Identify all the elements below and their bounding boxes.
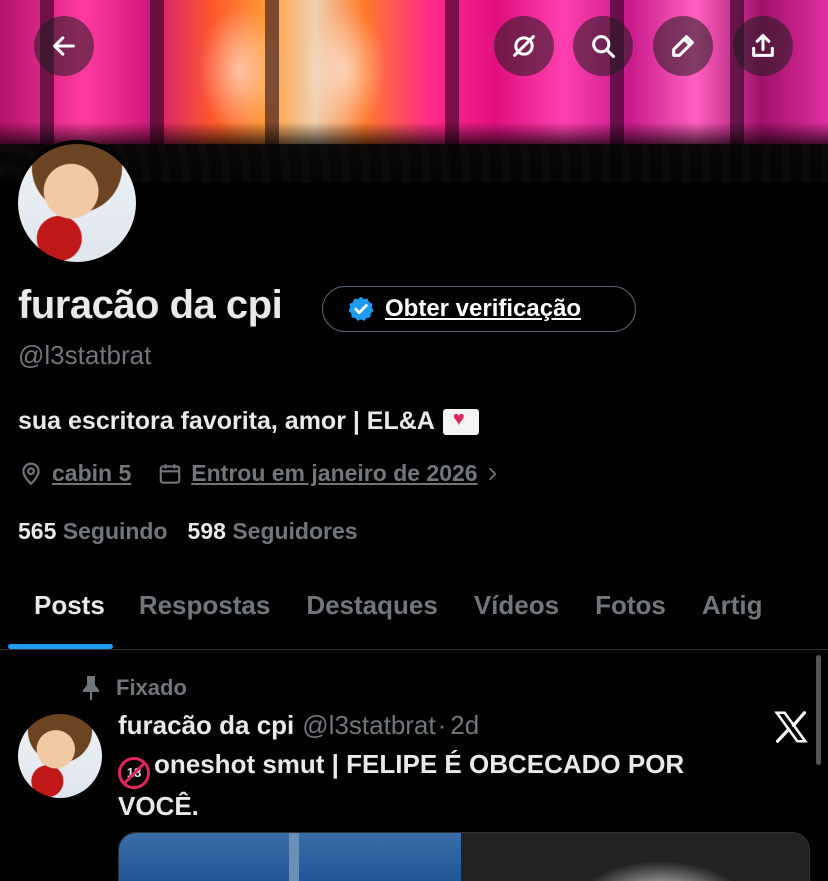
get-verified-button[interactable]: Obter verificação [322, 286, 636, 332]
grok-button[interactable] [494, 16, 554, 76]
arrow-left-icon [53, 36, 75, 56]
tab-videos[interactable]: Vídeos [456, 580, 577, 649]
back-button[interactable] [34, 16, 94, 76]
followers-label: Seguidores [232, 518, 358, 544]
followers-count: 598 [187, 518, 226, 544]
chevron-right-icon[interactable] [482, 464, 502, 484]
post-media[interactable] [118, 832, 810, 881]
location-pin-icon [22, 462, 40, 485]
following-count: 565 [18, 518, 57, 544]
profile-avatar[interactable] [14, 140, 140, 266]
pencil-icon [672, 35, 694, 57]
post-header: furacão da cpi @l3statbrat · 2d [118, 710, 479, 741]
verified-badge-icon [348, 296, 374, 321]
pin-icon [83, 676, 99, 700]
circle-slash-icon [513, 35, 535, 57]
love-letter-icon [442, 408, 479, 435]
pinned-label: Fixado [116, 675, 187, 700]
profile-stats: 565 Seguindo 598 Seguidores [18, 518, 358, 545]
post-separator: · [437, 710, 447, 740]
share-button[interactable] [733, 16, 793, 76]
profile-bio: sua escritora favorita, amor | EL&A [18, 407, 479, 436]
followers-link[interactable]: 598 Seguidores [188, 518, 358, 545]
post-author-handle[interactable]: @l3statbrat [302, 710, 435, 741]
post-author-avatar[interactable] [18, 714, 102, 798]
profile-tabs: Posts Respostas Destaques Vídeos Fotos A… [0, 580, 828, 650]
post-text[interactable]: 18 oneshot smut | FELIPE É OBCECADO POR V… [118, 747, 758, 823]
adult-content-icon: 18 [118, 757, 150, 789]
tab-posts[interactable]: Posts [0, 580, 121, 649]
calendar-icon [159, 463, 181, 484]
profile-handle: @l3statbrat [18, 340, 152, 370]
get-verified-label: Obter verificação [385, 295, 582, 322]
post-age[interactable]: 2d [450, 710, 479, 741]
x-logo-icon[interactable] [772, 708, 810, 746]
profile-meta: cabin 5 Entrou em janeiro de 2026 [18, 460, 502, 487]
bio-text: sua escritora favorita, amor | EL&A [18, 407, 435, 435]
search-icon [592, 35, 616, 59]
tab-photos[interactable]: Fotos [577, 580, 684, 649]
profile-name: furacão da cpi [18, 283, 283, 327]
post-media-image-1[interactable] [119, 833, 461, 881]
edit-profile-button[interactable] [653, 16, 713, 76]
scrollbar[interactable] [816, 655, 821, 765]
following-link[interactable]: 565 Seguindo [18, 518, 168, 545]
search-button[interactable] [573, 16, 633, 76]
post-text-content: oneshot smut | FELIPE É OBCECADO POR VOC… [118, 749, 685, 821]
share-icon [752, 33, 774, 57]
tab-replies[interactable]: Respostas [121, 580, 289, 649]
tab-articles[interactable]: Artig [684, 580, 781, 649]
tab-highlights[interactable]: Destaques [288, 580, 456, 649]
joined-date-link[interactable]: Entrou em janeiro de 2026 [191, 460, 477, 487]
post-media-image-2[interactable] [461, 833, 809, 881]
post-author-name[interactable]: furacão da cpi [118, 710, 294, 741]
location-link[interactable]: cabin 5 [52, 460, 131, 487]
pinned-indicator: Fixado [80, 675, 187, 701]
following-label: Seguindo [62, 518, 168, 544]
